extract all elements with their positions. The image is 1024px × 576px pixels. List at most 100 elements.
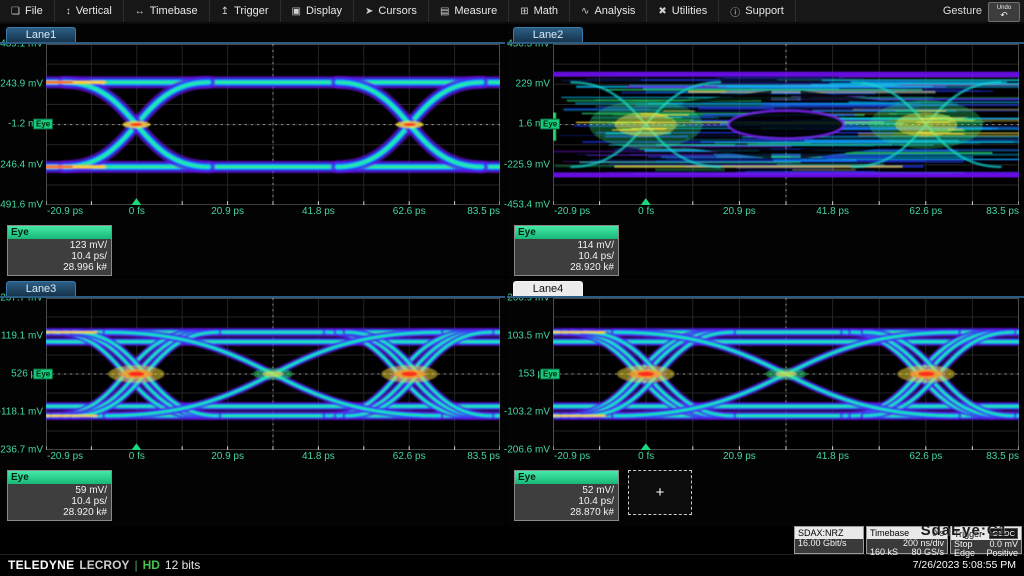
trigger-descriptor[interactable]: Trigger C1 DC Stop 0.0 mV Edge Positive — [950, 526, 1022, 554]
lane1-x-axis: -20.9 ps0 fs20.9 ps41.8 ps62.6 ps83.5 ps — [46, 205, 500, 220]
timebase-rate: 80 GS/s — [911, 548, 944, 557]
menu-measure[interactable]: ▤Measure — [429, 0, 509, 22]
undo-icon: ↶ — [1000, 11, 1008, 19]
x-tick-label: 83.5 ps — [467, 206, 500, 217]
eye-info-line: 10.4 ps/ — [12, 251, 107, 262]
lane4-eye-badge: Eye — [540, 369, 560, 380]
timebase-samples: 160 kS — [870, 548, 898, 557]
lane2-eye-descriptor[interactable]: Eye 114 mV/10.4 ps/28.920 k# — [514, 225, 619, 276]
eye-info-line: 123 mV/ — [12, 240, 107, 251]
eye-info-line: 10.4 ps/ — [12, 496, 107, 507]
eye-info-line: 10.4 ps/ — [519, 251, 614, 262]
lane1-eye-diagram[interactable] — [46, 44, 500, 205]
file-icon: ❏ — [11, 6, 20, 17]
timebase-title: Timebase — [870, 528, 909, 538]
y-tick-label: -491.6 mV — [0, 200, 43, 211]
y-tick-label: -103.2 mV — [504, 407, 550, 418]
menu-analysis[interactable]: ∿Analysis — [570, 0, 647, 22]
x-tick-label: -20.9 ps — [47, 451, 83, 462]
menu-label: Utilities — [672, 5, 707, 17]
graticule — [46, 44, 500, 205]
menu-bar: ❏ File ↕Vertical ↔ Timebase ↥Trigger ▣ Display ➤… — [0, 0, 1024, 22]
lane2-eye-badge: Eye — [540, 119, 560, 130]
menu-label: File — [25, 5, 43, 17]
x-tick-label: 20.9 ps — [211, 451, 244, 462]
brand-hd: HD — [143, 558, 160, 572]
support-icon: ⓘ — [730, 4, 740, 19]
display-icon: ▣ — [292, 6, 301, 17]
lane1-tab-row: Lane1 — [0, 24, 505, 44]
menu-label: Support — [745, 5, 784, 17]
lane4-panel: Lane4 206.9 mV103.5 mV153 µV-103.2 mV-20… — [507, 278, 1024, 526]
x-tick-label: 20.9 ps — [723, 206, 756, 217]
lane4-eye-descriptor[interactable]: Eye 52 mV/10.4 ps/28.870 k# — [514, 470, 619, 521]
lane3-eye-descriptor-title: Eye — [8, 471, 111, 484]
eye-info-line: 28.920 k# — [519, 262, 614, 273]
menu-file[interactable]: ❏ File — [0, 0, 55, 22]
menu-label: Timebase — [150, 5, 198, 17]
timebase-descriptor[interactable]: Timebase 0 s 200 ns/div 160 kS 80 GS/s — [866, 526, 948, 554]
menu-trigger[interactable]: ↥Trigger — [210, 0, 281, 22]
sdax-title: SDAX:NRZ — [798, 528, 844, 538]
trigger-slope: Positive — [986, 549, 1018, 558]
menu-utilities[interactable]: ✖Utilities — [647, 0, 719, 22]
eye-info-line: 28.920 k# — [12, 507, 107, 518]
lane3-eye-badge: Eye — [33, 369, 53, 380]
trigger-type: Edge — [954, 549, 975, 558]
lane2-eye-diagram[interactable] — [553, 44, 1019, 205]
lane4-x-axis: -20.9 ps0 fs20.9 ps41.8 ps62.6 ps83.5 ps — [553, 450, 1019, 465]
menu-math[interactable]: ⊞Math — [509, 0, 570, 22]
menu-vertical[interactable]: ↕Vertical — [55, 0, 124, 22]
lane3-eye-diagram[interactable] — [46, 298, 500, 450]
y-tick-label: -236.7 mV — [0, 445, 43, 456]
eye-info-line: 52 mV/ — [519, 485, 614, 496]
menu-label: Display — [306, 5, 342, 17]
menu-timebase[interactable]: ↔ Timebase — [124, 0, 210, 22]
eye-info-line: 28.996 k# — [12, 262, 107, 273]
x-tick-label: -20.9 ps — [47, 206, 83, 217]
y-tick-label: -453.4 mV — [504, 200, 550, 211]
timebase-icon: ↔ — [135, 6, 145, 17]
undo-button[interactable]: Undo ↶ — [988, 2, 1020, 22]
x-tick-label: 41.8 ps — [302, 451, 335, 462]
brand-bits: 12 bits — [165, 558, 200, 572]
tab-lane3[interactable]: Lane3 — [6, 281, 76, 296]
x-tick-label: 83.5 ps — [986, 451, 1019, 462]
tab-lane4[interactable]: Lane4 — [513, 281, 583, 296]
tab-lane2[interactable]: Lane2 — [513, 27, 583, 42]
lane3-eye-descriptor[interactable]: Eye 59 mV/10.4 ps/28.920 k# — [7, 470, 112, 521]
clock-timestamp: 7/26/2023 5:08:55 PM — [913, 559, 1016, 571]
x-tick-label: 0 fs — [638, 206, 654, 217]
sdax-bitrate: 16.00 Gbit/s — [798, 539, 847, 548]
x-tick-label: 41.8 ps — [816, 206, 849, 217]
gesture-label: Gesture — [937, 0, 988, 22]
brand-teledyne: TELEDYNE — [8, 558, 74, 572]
menu-support[interactable]: ⓘ Support — [719, 0, 796, 22]
sdax-descriptor[interactable]: SDAX:NRZ 16.00 Gbit/s — [794, 526, 864, 554]
tab-lane1[interactable]: Lane1 — [6, 27, 76, 42]
eye-traces — [553, 74, 1019, 175]
lane1-eye-descriptor[interactable]: Eye 123 mV/10.4 ps/28.996 k# — [7, 225, 112, 276]
menu-label: Vertical — [76, 5, 112, 17]
x-tick-label: 0 fs — [129, 206, 145, 217]
lane1-eye-descriptor-values: 123 mV/10.4 ps/28.996 k# — [8, 239, 111, 275]
timebase-offset: 0 s — [932, 528, 944, 538]
lane4-eye-diagram[interactable] — [553, 298, 1019, 450]
lane4-eye-descriptor-title: Eye — [515, 471, 618, 484]
menu-label: Trigger — [234, 5, 268, 17]
menu-display[interactable]: ▣ Display — [281, 0, 355, 22]
brand-logo: TELEDYNE LECROY | HD 12 bits — [8, 558, 200, 572]
y-tick-label: -206.6 mV — [504, 445, 550, 456]
menu-cursors[interactable]: ➤Cursors — [354, 0, 429, 22]
lane2-tab-row: Lane2 — [507, 24, 1024, 44]
eye-info-line: 28.870 k# — [519, 507, 614, 518]
lane2-eye-descriptor-title: Eye — [515, 226, 618, 239]
y-tick-label: -225.9 mV — [504, 159, 550, 170]
lane3-tab-row: Lane3 — [0, 278, 505, 298]
y-tick-label: 243.9 mV — [0, 79, 43, 90]
lane1-eye-badge: Eye — [33, 119, 53, 130]
x-tick-label: 62.6 ps — [909, 451, 942, 462]
y-tick-label: -118.1 mV — [0, 407, 43, 418]
add-trace-button[interactable]: + — [628, 470, 692, 515]
lane4-tab-row: Lane4 — [507, 278, 1024, 298]
